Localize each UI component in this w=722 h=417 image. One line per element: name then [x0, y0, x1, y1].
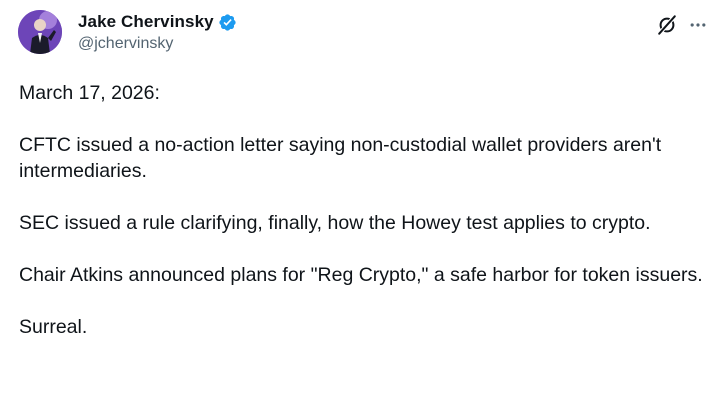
grok-icon[interactable]: [656, 14, 678, 36]
tweet-card: Jake Chervinsky @jchervinsky March 17, 2…: [0, 0, 722, 417]
author-name-row: Jake Chervinsky: [78, 11, 237, 33]
author-display-name[interactable]: Jake Chervinsky: [78, 12, 214, 32]
tweet-top-actions: [656, 14, 708, 36]
tweet-paragraph-cftc: CFTC issued a no-action letter saying no…: [19, 134, 662, 182]
author-handle[interactable]: @jchervinsky: [78, 35, 237, 53]
tweet-paragraph-closing: Surreal.: [19, 316, 88, 338]
author-info: Jake Chervinsky @jchervinsky: [78, 11, 237, 53]
tweet-text: March 17, 2026: CFTC issued a no-action …: [19, 80, 709, 340]
tweet-paragraph-sec: SEC issued a rule clarifying, finally, h…: [19, 212, 651, 234]
tweet-paragraph-date: March 17, 2026:: [19, 82, 160, 104]
author-avatar[interactable]: [18, 10, 62, 54]
avatar-photo-icon: [18, 10, 62, 54]
tweet-paragraph-atkins: Chair Atkins announced plans for "Reg Cr…: [19, 264, 703, 286]
more-horizontal-icon[interactable]: [688, 15, 708, 35]
verified-badge-icon: [218, 13, 237, 32]
